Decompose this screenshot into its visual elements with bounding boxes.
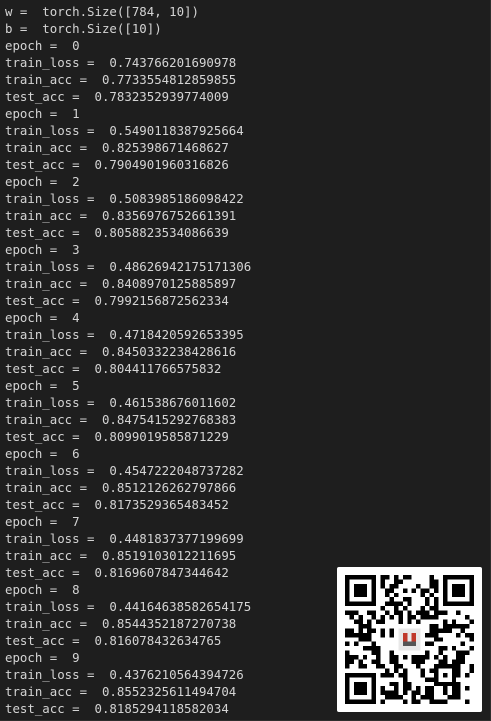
- output-line: epoch = 1: [5, 106, 80, 121]
- console-output: w = torch.Size([784, 10]) b = torch.Size(…: [5, 3, 251, 717]
- output-line: test_acc = 0.8099019585871229: [5, 429, 229, 444]
- output-line: train_loss = 0.5490118387925664: [5, 123, 244, 138]
- output-line: train_loss = 0.4547222048737282: [5, 463, 244, 478]
- qr-code-icon: [345, 575, 474, 704]
- output-line: b = torch.Size([10]): [5, 21, 162, 36]
- output-line: epoch = 9: [5, 650, 80, 665]
- output-line: epoch = 5: [5, 378, 80, 393]
- output-line: train_acc = 0.8356976752661391: [5, 208, 237, 223]
- output-line: train_acc = 0.8475415292768383: [5, 412, 237, 427]
- output-line: test_acc = 0.8185294118582034: [5, 701, 229, 716]
- output-line: train_acc = 0.8512126262797866: [5, 480, 237, 495]
- output-line: epoch = 3: [5, 242, 80, 257]
- output-line: train_acc = 0.8408970125885897: [5, 276, 237, 291]
- qr-code-badge: [337, 567, 482, 712]
- output-line: test_acc = 0.7832352939774009: [5, 89, 229, 104]
- output-line: train_acc = 0.8544352187270738: [5, 616, 237, 631]
- output-line: test_acc = 0.7992156872562334: [5, 293, 229, 308]
- output-line: epoch = 7: [5, 514, 80, 529]
- output-line: train_acc = 0.825398671468627: [5, 140, 229, 155]
- output-line: train_loss = 0.461538676011602: [5, 395, 237, 410]
- output-line: epoch = 2: [5, 174, 80, 189]
- output-line: train_loss = 0.4481837377199699: [5, 531, 244, 546]
- output-line: train_acc = 0.7733554812859855: [5, 72, 237, 87]
- output-line: w = torch.Size([784, 10]): [5, 4, 199, 19]
- output-line: test_acc = 0.8169607847344642: [5, 565, 229, 580]
- output-line: epoch = 8: [5, 582, 80, 597]
- output-line: test_acc = 0.816078432634765: [5, 633, 222, 648]
- output-line: epoch = 4: [5, 310, 80, 325]
- output-line: train_loss = 0.44164638582654175: [5, 599, 252, 614]
- output-line: train_loss = 0.48626942175171306: [5, 259, 252, 274]
- output-line: train_acc = 0.8519103012211695: [5, 548, 237, 563]
- output-line: train_loss = 0.4718420592653395: [5, 327, 244, 342]
- output-line: test_acc = 0.8058823534086639: [5, 225, 229, 240]
- output-line: test_acc = 0.8173529365483452: [5, 497, 229, 512]
- output-line: train_loss = 0.5083985186098422: [5, 191, 244, 206]
- output-line: train_acc = 0.8450332238428616: [5, 344, 237, 359]
- output-line: train_loss = 0.743766201690978: [5, 55, 237, 70]
- output-line: epoch = 0: [5, 38, 80, 53]
- output-line: train_acc = 0.8552325611494704: [5, 684, 237, 699]
- output-line: epoch = 6: [5, 446, 80, 461]
- output-line: test_acc = 0.7904901960316826: [5, 157, 229, 172]
- output-line: test_acc = 0.804411766575832: [5, 361, 222, 376]
- output-line: train_loss = 0.4376210564394726: [5, 667, 244, 682]
